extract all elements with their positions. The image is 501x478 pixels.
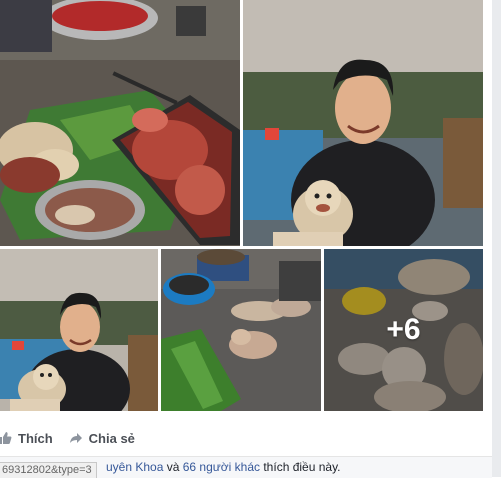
more-photos-count[interactable]: +6: [324, 249, 483, 411]
photo-man-with-monkey[interactable]: [243, 0, 483, 246]
facebook-post: +6 Thích Chia sẻ uyên Khoa và 66 người k…: [0, 0, 492, 478]
status-bar-url: 69312802&type=3: [0, 462, 97, 478]
post-action-bar: Thích Chia sẻ: [0, 424, 492, 452]
like-label: Thích: [18, 430, 53, 446]
likes-suffix-text: thích điều này.: [260, 460, 341, 474]
like-button[interactable]: Thích: [0, 431, 53, 446]
likes-and-text: và: [163, 460, 183, 474]
share-button[interactable]: Chia sẻ: [69, 431, 135, 446]
share-label: Chia sẻ: [88, 430, 135, 446]
photo-man-with-monkey-2[interactable]: [0, 249, 158, 411]
share-arrow-icon: [69, 433, 82, 443]
photo-carcasses-ground[interactable]: [161, 249, 321, 411]
liker-name-link[interactable]: uyên Khoa: [106, 460, 163, 474]
photo-more[interactable]: +6: [324, 249, 483, 411]
photo-meat-preparation[interactable]: [0, 0, 240, 246]
thumbs-up-icon: [0, 432, 12, 444]
page-scroll-edge: [492, 0, 501, 477]
others-link[interactable]: 66 người khác: [183, 460, 260, 474]
